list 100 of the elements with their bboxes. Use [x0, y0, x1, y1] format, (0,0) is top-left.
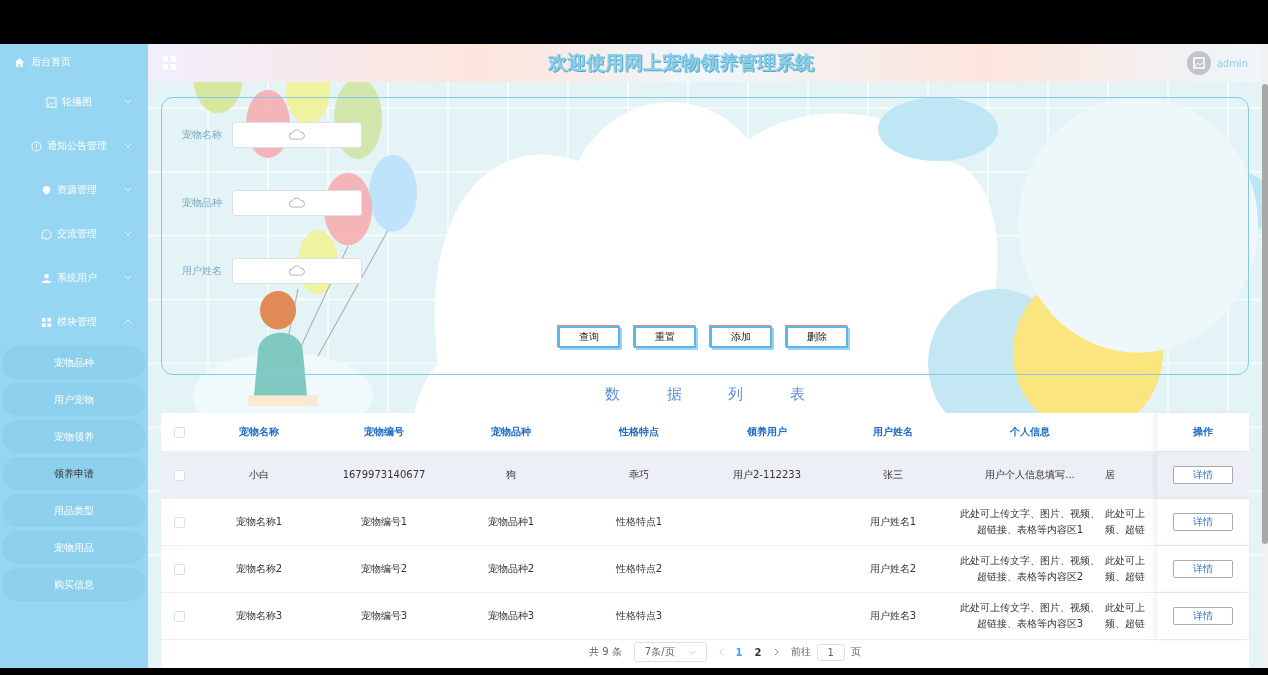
table-cell: 居 [1105, 469, 1115, 480]
page-size-select[interactable]: 7条/页 [633, 642, 707, 662]
checkbox[interactable] [173, 516, 185, 528]
table-cell: 宠物品种2 [487, 563, 535, 574]
details-button[interactable]: 详情 [1173, 466, 1233, 484]
table-cell: 宠物品种3 [487, 610, 535, 621]
chevron-icon [124, 187, 132, 192]
table-cell: 此处可上传文字、图片、视频、超链接、表格等内容区3 [960, 602, 1100, 629]
table-cell: 张三 [883, 469, 903, 480]
menu-item[interactable]: 模块管理 [0, 300, 148, 344]
field-label: 宠物名称 [182, 128, 223, 142]
table-cell: 此处可上频、超链 [1105, 602, 1145, 629]
table-cell: 用户姓名2 [869, 563, 917, 574]
cloud-icon [288, 196, 306, 210]
cloud-icon [288, 264, 306, 278]
table-cell: 宠物编号2 [360, 563, 408, 574]
table-cell: 用户个人信息填写... [985, 469, 1075, 480]
table-cell: 狗 [506, 469, 516, 480]
column-header: 操作 [1157, 413, 1249, 451]
goto-label: 前往 [790, 645, 811, 659]
table-cell: 宠物名称2 [235, 563, 283, 574]
table-cell: 宠物编号1 [360, 516, 408, 527]
grid-icon [41, 316, 52, 328]
action-button[interactable]: 重置 [634, 326, 696, 348]
details-button[interactable]: 详情 [1173, 560, 1233, 578]
checkbox[interactable] [173, 563, 185, 575]
details-button[interactable]: 详情 [1173, 513, 1233, 531]
table-cell: 用户姓名1 [869, 516, 917, 527]
input-field[interactable] [232, 190, 362, 216]
page-number[interactable]: 1 [735, 646, 743, 658]
chat-icon [41, 228, 52, 240]
action-button[interactable]: 查询 [558, 326, 620, 348]
table-cell: 性格特点1 [615, 516, 663, 527]
page-suffix: 页 [850, 645, 861, 659]
checkbox[interactable] [173, 469, 185, 481]
menu-item[interactable]: 购买信息 [2, 568, 146, 601]
scrollbar-thumb[interactable] [1262, 84, 1268, 544]
table-cell: 用户2-112233 [732, 469, 802, 480]
checkbox[interactable] [173, 610, 185, 622]
checkbox[interactable] [173, 426, 185, 438]
chevron-icon [124, 143, 132, 148]
chevron-icon [124, 275, 132, 280]
list-title: 数 据 列 表 [603, 385, 821, 404]
menu-item[interactable]: 资源管理 [0, 168, 148, 212]
page-number[interactable]: 2 [754, 646, 762, 658]
column-header: 用户姓名 [872, 425, 914, 439]
location-pin-icon [41, 184, 52, 196]
page-input[interactable]: 1 [816, 643, 845, 661]
field-label: 用户姓名 [182, 264, 223, 278]
chevron-icon [124, 231, 132, 236]
chevron-icon [688, 649, 696, 655]
menu-item[interactable]: 领养申请 [2, 457, 146, 490]
table-cell: 宠物名称1 [235, 516, 283, 527]
user-icon [41, 272, 52, 284]
menu-item[interactable]: 轮播图 [0, 80, 148, 124]
table-cell: 此处可上频、超链 [1105, 508, 1145, 535]
column-header: 个人信息 [1009, 425, 1051, 439]
column-header: 领养用户 [746, 425, 788, 439]
menu-item[interactable]: 宠物领养 [2, 420, 146, 453]
table-cell: 此处可上频、超链 [1105, 555, 1145, 582]
menu-item[interactable]: 交流管理 [0, 212, 148, 256]
chevron-icon [124, 319, 132, 324]
info-icon [31, 140, 42, 152]
username[interactable]: admin [1216, 57, 1248, 69]
table-cell: 宠物编号3 [360, 610, 408, 621]
table-cell: 性格特点3 [615, 610, 663, 621]
details-button[interactable]: 详情 [1173, 607, 1233, 625]
avatar-icon[interactable] [1186, 51, 1211, 75]
column-header: 性格特点 [617, 425, 660, 439]
next-page-icon[interactable] [773, 648, 779, 656]
menu-item[interactable]: 宠物用品 [2, 531, 146, 564]
table-cell: 性格特点2 [615, 563, 663, 574]
menu-item[interactable]: 系统用户 [0, 256, 148, 300]
total-count: 共 9 条 [589, 645, 622, 659]
column-header: 宠物编号 [363, 425, 405, 439]
table-cell: 用户姓名3 [869, 610, 917, 621]
menu-item[interactable]: 宠物品种 [2, 346, 146, 379]
chevron-icon [124, 99, 132, 104]
action-button[interactable]: 添加 [710, 326, 772, 348]
table-cell: 此处可上传文字、图片、视频、超链接、表格等内容区2 [960, 555, 1100, 582]
table-cell: 此处可上传文字、图片、视频、超链接、表格等内容区1 [960, 508, 1100, 535]
column-header: 宠物名称 [238, 425, 280, 439]
field-label: 宠物品种 [182, 196, 223, 210]
action-button[interactable]: 删除 [786, 326, 848, 348]
image-icon [46, 96, 57, 108]
home-link[interactable]: 后台首页 [0, 44, 148, 80]
table-cell: 乖巧 [629, 469, 649, 480]
column-header: 宠物品种 [490, 425, 532, 439]
menu-item[interactable]: 用户宠物 [2, 383, 146, 416]
cloud-icon [288, 128, 306, 142]
menu-item[interactable]: 用品类型 [2, 494, 146, 527]
table-cell: 小白 [249, 469, 269, 480]
previous-page-icon[interactable] [718, 648, 724, 656]
menu-item[interactable]: 通知公告管理 [0, 124, 148, 168]
site-title: 欢迎使用网上宠物领养管理系统 [546, 50, 816, 75]
input-field[interactable] [232, 258, 362, 284]
table-cell: 1679973140677 [342, 469, 426, 480]
input-field[interactable] [232, 122, 362, 148]
table-cell: 宠物名称3 [235, 610, 283, 621]
home-icon [14, 56, 25, 68]
